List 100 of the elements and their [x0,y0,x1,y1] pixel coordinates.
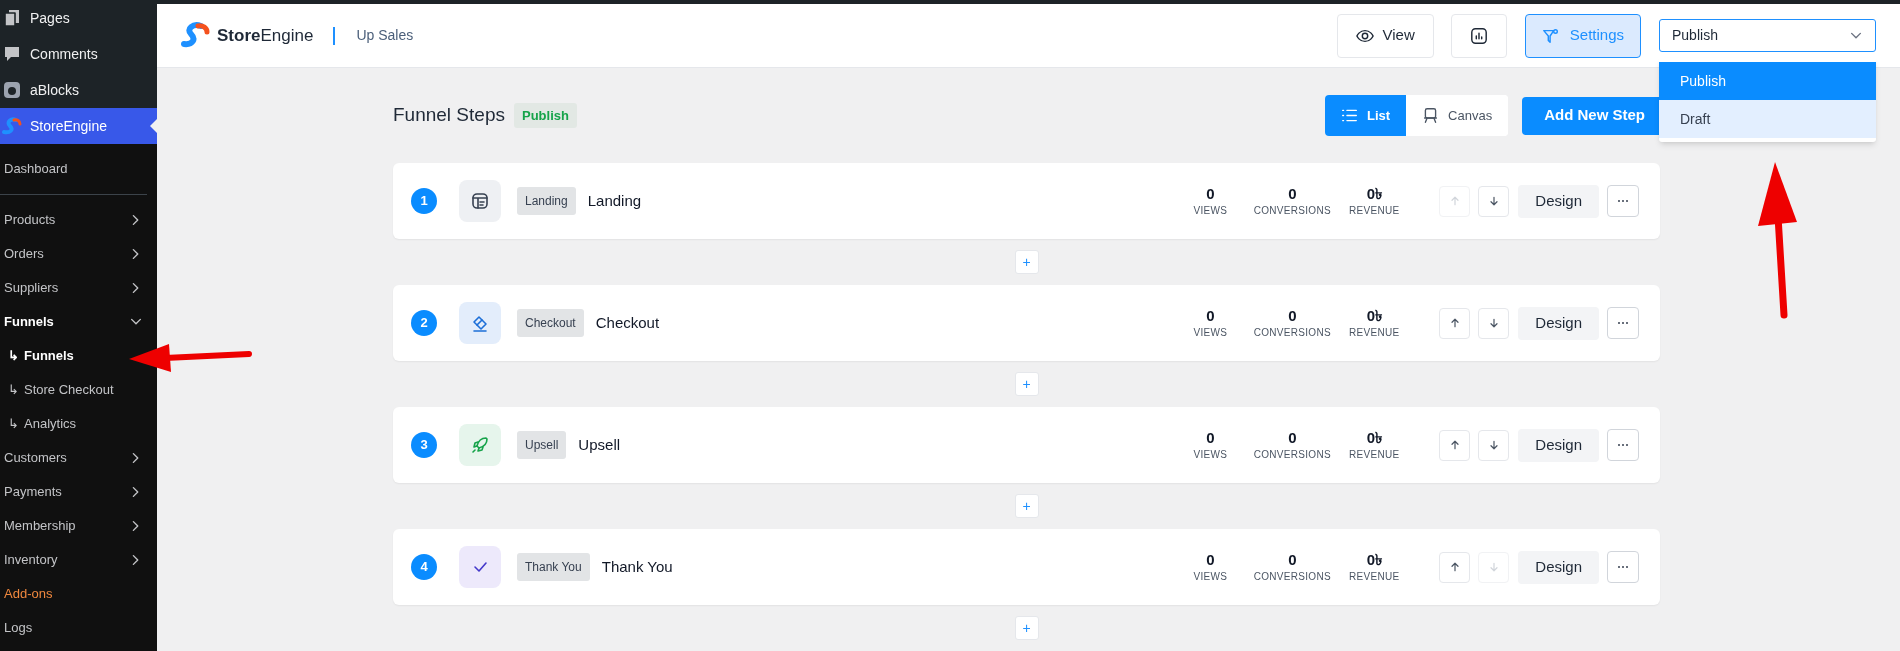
bar-chart-icon [1469,26,1488,45]
layout-icon [470,191,490,211]
arrow-icon [1487,317,1500,329]
pages-icon [2,8,22,28]
submenu-label: Funnels [24,347,74,366]
submenu-item[interactable]: ↳ Analytics [0,407,81,441]
funnel-gear-icon [1541,26,1560,45]
stat-label: CONVERSIONS [1253,569,1331,584]
menu-item[interactable]: Logs [0,611,157,645]
stat-label: REVENUE [1349,325,1400,340]
step-tag: Checkout [517,309,584,337]
stat-label: REVENUE [1349,203,1400,218]
submenu-item[interactable]: ↳ Funnels [0,339,78,373]
menu-item[interactable]: Orders [0,237,157,271]
indent-marker: ↳ [8,347,19,366]
more-options-button[interactable] [1607,429,1639,461]
indent-marker: ↳ [8,415,19,434]
easel-icon [1422,107,1440,124]
eraser-icon [470,313,490,333]
indent-marker: ↳ [8,381,19,400]
stat-label: VIEWS [1193,447,1228,462]
design-button[interactable]: Design [1518,550,1599,584]
move-up-button[interactable] [1439,307,1471,339]
menu-item[interactable]: Inventory [0,543,157,577]
menu-item[interactable]: Payments [0,475,157,509]
design-button[interactable]: Design [1518,306,1599,340]
design-button[interactable]: Design [1518,184,1599,218]
step-number: 1 [411,188,437,214]
menu-item[interactable]: Membership [0,509,157,543]
stat-value: 0৳ [1366,428,1382,447]
menu-item[interactable]: Suppliers [0,271,157,305]
move-up-button[interactable] [1439,429,1471,461]
ellipsis-icon [1617,199,1629,203]
stat-label: REVENUE [1349,569,1400,584]
menu-item[interactable]: Dashboard [0,152,157,186]
stat-value: 0 [1288,306,1297,325]
rocket-icon [470,435,490,455]
sidebar-item[interactable]: StoreEngine [0,108,157,144]
step-number: 3 [411,432,437,458]
menu-item[interactable]: Funnels [0,305,157,339]
arrow-icon [1448,317,1461,329]
ellipsis-icon [1617,321,1629,325]
sidebar-item[interactable]: Comments [0,36,157,72]
menu-item[interactable]: Add-ons [0,577,157,611]
arrow-icon [1448,439,1461,451]
move-down-button[interactable] [1478,185,1510,217]
stat-value: 0৳ [1366,184,1382,203]
stat-label: VIEWS [1193,325,1228,340]
submenu-item[interactable]: ↳ Store Checkout [0,373,118,407]
step-number: 2 [411,310,437,336]
more-options-button[interactable] [1607,185,1639,217]
submenu-label: Store Checkout [24,381,114,400]
stat-value: 0 [1206,550,1215,569]
step-name: Checkout [595,312,660,333]
arrow-icon [1487,195,1500,207]
ellipsis-icon [1617,443,1629,447]
move-down-button[interactable] [1478,307,1510,339]
stat-value: 0 [1206,306,1215,325]
dropdown-option[interactable]: Draft [1659,100,1876,139]
ellipsis-icon [1617,565,1629,569]
stat-label: REVENUE [1349,447,1400,462]
more-options-button[interactable] [1607,307,1639,339]
more-options-button[interactable] [1607,551,1639,583]
stat-value: 0 [1206,428,1215,447]
stat-value: 0৳ [1366,306,1382,325]
stat-label: CONVERSIONS [1253,203,1331,218]
move-up-button[interactable] [1439,551,1471,583]
arrow-icon [1487,561,1500,573]
sidebar-item[interactable]: Pages [0,0,157,36]
block-icon [2,80,22,100]
stat-label: VIEWS [1193,203,1228,218]
step-tag: Landing [517,187,576,215]
design-button[interactable]: Design [1518,428,1599,462]
step-name: Landing [587,190,642,211]
menu-item[interactable]: Customers [0,441,157,475]
analytics-button[interactable] [1450,13,1507,58]
stat-value: 0৳ [1366,550,1382,569]
logo-icon [2,116,22,136]
arrow-icon [1448,195,1461,207]
speech-bubble-icon [2,44,22,64]
status-select[interactable]: Publish [1659,19,1876,53]
move-down-button[interactable] [1478,429,1510,461]
stat-label: VIEWS [1193,569,1228,584]
page-title: Funnel Steps [393,103,505,128]
step-tag: Thank You [517,553,590,581]
view-button[interactable]: View [1336,13,1434,58]
stat-value: 0 [1206,184,1215,203]
sidebar-item[interactable]: aBlocks [0,72,157,108]
stat-value: 0 [1288,550,1297,569]
stat-label: CONVERSIONS [1253,325,1331,340]
step-tag: Upsell [517,431,567,459]
arrow-icon [1448,561,1461,573]
menu-item[interactable]: Products [0,203,157,237]
current-pointer-icon [150,119,157,133]
stat-value: 0 [1288,428,1297,447]
submenu-label: Analytics [24,415,77,434]
breadcrumb-link[interactable]: Up Sales [356,25,414,47]
brand-name: StoreEngine [217,24,314,47]
stat-label: CONVERSIONS [1253,447,1331,462]
step-name: Thank You [601,556,673,577]
